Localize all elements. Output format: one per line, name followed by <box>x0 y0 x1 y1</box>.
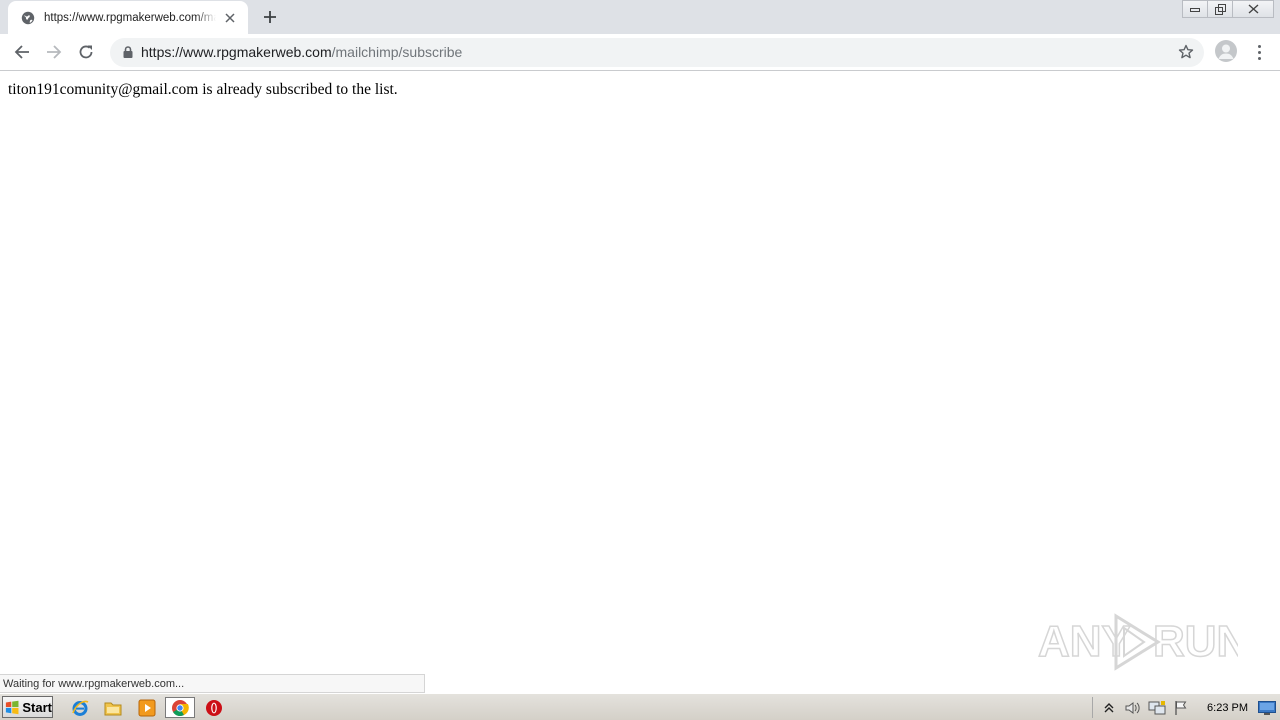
action-center-flag-icon[interactable] <box>1172 699 1190 717</box>
reload-icon <box>79 45 93 59</box>
close-window-button[interactable] <box>1232 0 1274 18</box>
arrow-left-icon <box>14 45 29 59</box>
reload-button[interactable] <box>74 40 98 64</box>
start-button[interactable]: Start <box>2 696 53 718</box>
browser-toolbar: https://www.rpgmakerweb.com/mailchimp/su… <box>0 34 1280 71</box>
internet-explorer-icon[interactable] <box>69 697 91 718</box>
browser-tab[interactable]: https://www.rpgmakerweb.com/mailchimp/su… <box>8 1 248 34</box>
windows-logo-icon <box>5 700 19 715</box>
url-host: https://www.rpgmakerweb.com <box>141 44 332 60</box>
status-bubble: Waiting for www.rpgmakerweb.com... <box>0 674 425 693</box>
browser-menu-icon[interactable] <box>1250 40 1268 64</box>
windows-taskbar: Start 6:23 PM <box>0 693 1280 720</box>
media-player-icon[interactable] <box>136 697 158 718</box>
window-controls <box>1182 0 1274 18</box>
chrome-icon[interactable] <box>165 697 195 718</box>
taskbar-clock[interactable]: 6:23 PM <box>1207 702 1248 714</box>
minimize-button[interactable] <box>1182 0 1208 18</box>
svg-text:RUN: RUN <box>1153 617 1238 666</box>
system-tray: 6:23 PM <box>1088 695 1280 720</box>
back-button[interactable] <box>10 40 34 64</box>
lock-icon[interactable] <box>121 45 135 59</box>
restore-button[interactable] <box>1207 0 1233 18</box>
show-desktop-icon[interactable] <box>1258 700 1276 715</box>
url-text: https://www.rpgmakerweb.com/mailchimp/su… <box>141 44 462 60</box>
tray-divider <box>1092 697 1094 718</box>
network-icon[interactable] <box>1148 699 1166 717</box>
volume-icon[interactable] <box>1124 699 1142 717</box>
url-path: /mailchimp/subscribe <box>331 44 463 60</box>
tab-strip: https://www.rpgmakerweb.com/mailchimp/su… <box>0 0 1280 34</box>
show-hidden-icons-icon[interactable] <box>1100 699 1118 717</box>
page-content: titon191comunity@gmail.com is already su… <box>0 72 1280 692</box>
anyrun-logo-icon: ANY RUN <box>1038 613 1238 671</box>
bookmark-star-icon[interactable] <box>1178 44 1194 60</box>
forward-button[interactable] <box>42 40 66 64</box>
tab-title: https://www.rpgmakerweb.com/mailchimp/su… <box>44 11 216 24</box>
start-label: Start <box>22 699 52 715</box>
anyrun-watermark-logo: ANY RUN <box>1038 606 1238 676</box>
globe-icon <box>20 10 36 26</box>
profile-avatar-icon[interactable] <box>1215 40 1237 62</box>
subscription-message: titon191comunity@gmail.com is already su… <box>8 81 398 98</box>
address-bar[interactable]: https://www.rpgmakerweb.com/mailchimp/su… <box>110 38 1204 67</box>
close-tab-icon[interactable] <box>222 10 238 26</box>
new-tab-button[interactable] <box>260 7 280 27</box>
opera-icon[interactable] <box>203 697 225 718</box>
arrow-right-icon <box>47 45 62 59</box>
folder-icon[interactable] <box>102 697 124 718</box>
